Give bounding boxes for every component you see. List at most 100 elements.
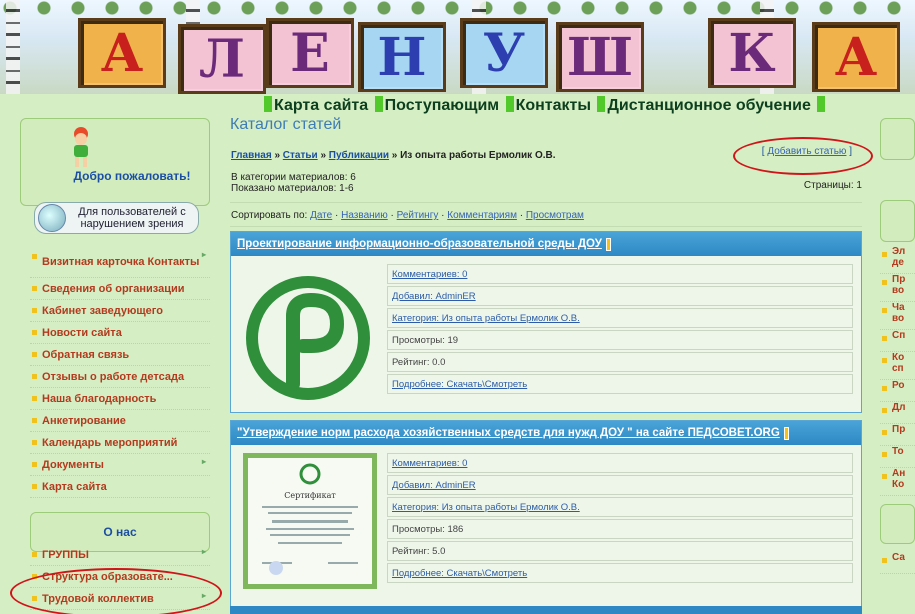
annotation-circle: [10, 568, 222, 614]
arrow-icon: ▸: [201, 457, 206, 466]
menu-item-label: ГРУППЫ: [42, 548, 89, 561]
author-link[interactable]: Добавил: AdminER: [387, 286, 853, 306]
menu-item-info[interactable]: Сведения об организации: [30, 278, 210, 300]
menu-item-sitemap[interactable]: Карта сайта: [30, 476, 210, 498]
left-sidebar: Добро пожаловать! Для пользователей с на…: [20, 118, 210, 614]
right-panel: [880, 118, 915, 160]
letter-block: Ш: [556, 22, 644, 92]
right-menu-item[interactable]: Са: [880, 552, 915, 574]
menu-item-gratitude[interactable]: Наша благодарность: [30, 388, 210, 410]
menu-item-label: Кабинет заведующего: [42, 304, 163, 317]
menu-item-card[interactable]: Визитная карточка Контакты ▸: [30, 246, 210, 278]
sort-rating[interactable]: Рейтингу: [397, 210, 439, 221]
sort-name[interactable]: Названию: [341, 210, 388, 221]
right-menu-item[interactable]: То: [880, 446, 915, 468]
menu-item-label: Документы: [42, 458, 104, 471]
category-count: В категории материалов: 6: [231, 172, 356, 183]
right-menu-item[interactable]: Пр во: [880, 274, 915, 302]
nav-contacts[interactable]: Контакты: [516, 97, 591, 114]
right-menu-item[interactable]: Ро: [880, 380, 915, 402]
welcome-text: Добро пожаловать!: [73, 169, 191, 183]
nav-distance-learning[interactable]: Дистанционное обучение: [607, 97, 810, 114]
right-menu-item[interactable]: Ан Ко: [880, 468, 915, 496]
right-menu-item[interactable]: Ко сп: [880, 352, 915, 380]
rating-value: Рейтинг: 0.0: [387, 352, 853, 372]
article-meta: Комментариев: 0 Добавил: AdminER Категор…: [387, 264, 853, 396]
letter-block: Н: [358, 22, 446, 92]
breadcrumb-publications[interactable]: Публикации: [329, 150, 389, 161]
welcome-panel: Добро пожаловать!: [20, 118, 210, 206]
menu-item-head[interactable]: Кабинет заведующего: [30, 300, 210, 322]
pagination: Страницы: 1: [803, 180, 862, 191]
right-sidebar: Эл де Пр во Ча во Сп Ко сп Ро Дл Пр То А…: [880, 118, 915, 614]
menu-item-reviews[interactable]: Отзывы о работе детсада: [30, 366, 210, 388]
right-menu-item[interactable]: Эл де: [880, 246, 915, 274]
comments-link[interactable]: Комментариев: 0: [387, 453, 853, 473]
sort-views[interactable]: Просмотрам: [526, 210, 584, 221]
more-link[interactable]: Подробнее: Скачать\Смотреть: [387, 374, 853, 394]
article-header: "Утверждение норм расхода хозяйственных …: [231, 421, 861, 445]
sort-label: Сортировать по:: [231, 210, 308, 221]
right-menu-item[interactable]: Сп: [880, 330, 915, 352]
sort-date[interactable]: Дате: [310, 210, 332, 221]
girl-mascot-icon: [74, 127, 88, 167]
breadcrumb-current: Из опыта работы Ермолик О.В.: [400, 150, 556, 161]
marker-icon: [605, 237, 611, 251]
divider: [230, 226, 862, 227]
letter-block: У: [460, 18, 548, 88]
menu-item-label: Обратная связь: [42, 348, 130, 361]
annotation-circle: [733, 137, 873, 175]
breadcrumb: Главная » Статьи » Публикации » Из опыта…: [231, 150, 556, 161]
divider: [230, 202, 862, 203]
main-menu: Визитная карточка Контакты ▸ Сведения об …: [30, 246, 210, 498]
menu-item-label: Анкетирование: [42, 414, 126, 427]
marker-icon: [783, 426, 789, 440]
arrow-icon: ▸: [201, 250, 206, 259]
menu-item-label: Календарь мероприятий: [42, 436, 178, 449]
birch-decoration: [6, 0, 20, 94]
comments-link[interactable]: Комментариев: 0: [387, 264, 853, 284]
menu-item-label: Визитная карточка Контакты: [42, 255, 200, 268]
right-menu-item[interactable]: Пр: [880, 424, 915, 446]
site-banner: А Л Е Н У Ш К А: [0, 0, 915, 94]
menu-item-label: Карта сайта: [42, 480, 107, 493]
more-link[interactable]: Подробнее: Скачать\Смотреть: [387, 563, 853, 583]
article-entry: "Утверждение норм расхода хозяйственных …: [230, 420, 862, 614]
menu-item-label: Новости сайта: [42, 326, 122, 339]
right-menu-item[interactable]: Дл: [880, 402, 915, 424]
next-entry-header: [230, 606, 862, 614]
letter-block: Е: [266, 18, 354, 88]
top-nav: Карта сайта Поступающим Контакты Дистанц…: [262, 96, 827, 115]
breadcrumb-home[interactable]: Главная: [231, 150, 272, 161]
nav-sitemap[interactable]: Карта сайта: [274, 97, 368, 114]
article-header: Проектирование информационно-образовател…: [231, 232, 861, 256]
article-entry: Проектирование информационно-образовател…: [230, 231, 862, 413]
author-link[interactable]: Добавил: AdminER: [387, 475, 853, 495]
menu-item-feedback[interactable]: Обратная связь: [30, 344, 210, 366]
menu-item-news[interactable]: Новости сайта: [30, 322, 210, 344]
accessibility-button[interactable]: Для пользователей с нарушением зрения: [34, 202, 199, 234]
nav-applicants[interactable]: Поступающим: [385, 97, 500, 114]
breadcrumb-separator: »: [391, 150, 398, 161]
category-link[interactable]: Категория: Из опыта работы Ермолик О.В.: [387, 497, 853, 517]
page-title: Каталог статей: [230, 116, 342, 133]
article-title-link[interactable]: "Утверждение норм расхода хозяйственных …: [237, 427, 780, 439]
shown-count: Показано материалов: 1-6: [231, 183, 354, 194]
breadcrumb-articles[interactable]: Статьи: [283, 150, 318, 161]
right-panel: [880, 200, 915, 242]
breadcrumb-separator: »: [320, 150, 327, 161]
menu-item-groups[interactable]: ГРУППЫ ▸: [30, 544, 210, 566]
category-link[interactable]: Категория: Из опыта работы Ермолик О.В.: [387, 308, 853, 328]
views-count: Просмотры: 19: [387, 330, 853, 350]
pedsovet-logo-icon: [246, 276, 370, 400]
rating-value: Рейтинг: 5.0: [387, 541, 853, 561]
article-title-link[interactable]: Проектирование информационно-образовател…: [237, 238, 602, 250]
menu-item-survey[interactable]: Анкетирование: [30, 410, 210, 432]
letter-block: Л: [178, 24, 266, 94]
menu-item-calendar[interactable]: Календарь мероприятий: [30, 432, 210, 454]
right-menu-item[interactable]: Ча во: [880, 302, 915, 330]
magnifier-icon: [38, 204, 66, 232]
sort-comments[interactable]: Комментариям: [447, 210, 517, 221]
menu-item-documents[interactable]: Документы ▸: [30, 454, 210, 476]
letter-block: А: [78, 18, 166, 88]
